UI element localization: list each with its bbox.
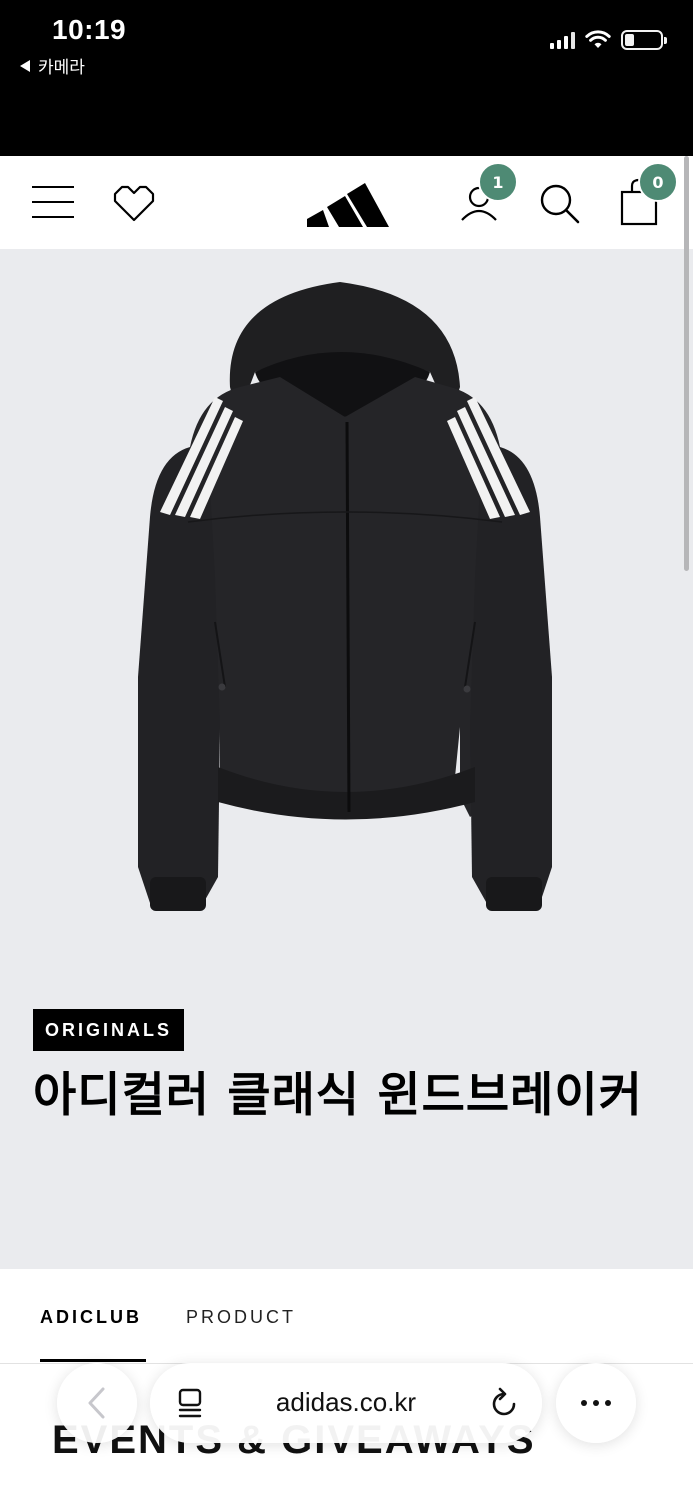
address-bar[interactable]: adidas.co.kr [150, 1363, 542, 1443]
more-dot [593, 1400, 599, 1406]
more-options-button[interactable] [556, 1363, 636, 1443]
adidas-logo[interactable] [305, 175, 389, 231]
product-image[interactable] [130, 277, 560, 917]
cellular-signal-icon [550, 31, 575, 49]
content-tabs: ADICLUB PRODUCT [0, 1269, 693, 1364]
more-dot [581, 1400, 587, 1406]
status-bar: 10:19 카메라 [0, 0, 693, 156]
brand-tag: ORIGINALS [33, 1009, 185, 1051]
system-icons [550, 30, 667, 50]
battery-icon [621, 30, 667, 50]
browser-back-button[interactable] [57, 1363, 137, 1443]
url-text[interactable]: adidas.co.kr [150, 1387, 542, 1418]
menu-icon[interactable] [32, 186, 74, 218]
search-icon[interactable] [536, 180, 582, 226]
back-chevron-icon [88, 1387, 105, 1419]
scrollbar[interactable] [684, 156, 689, 571]
tab-product[interactable]: PRODUCT [186, 1307, 296, 1328]
back-to-app-link[interactable]: 카메라 [20, 53, 85, 78]
more-dot [605, 1400, 611, 1406]
status-time: 10:19 [52, 14, 127, 45]
product-hero: ORIGINALS 아디컬러 클래식 윈드브레이커 [0, 249, 693, 1269]
wishlist-heart-icon[interactable] [110, 184, 158, 224]
site-header: 1 0 [0, 156, 693, 249]
reload-icon[interactable] [488, 1385, 520, 1419]
account-badge: 1 [478, 162, 518, 202]
active-tab-indicator [40, 1359, 146, 1362]
tab-adiclub[interactable]: ADICLUB [40, 1307, 142, 1328]
back-app-label: 카메라 [38, 58, 85, 78]
product-title: 아디컬러 클래식 윈드브레이커 [33, 1068, 643, 1123]
back-triangle-icon [20, 59, 30, 72]
bag-count-badge: 0 [638, 162, 678, 202]
wifi-icon [585, 30, 611, 48]
